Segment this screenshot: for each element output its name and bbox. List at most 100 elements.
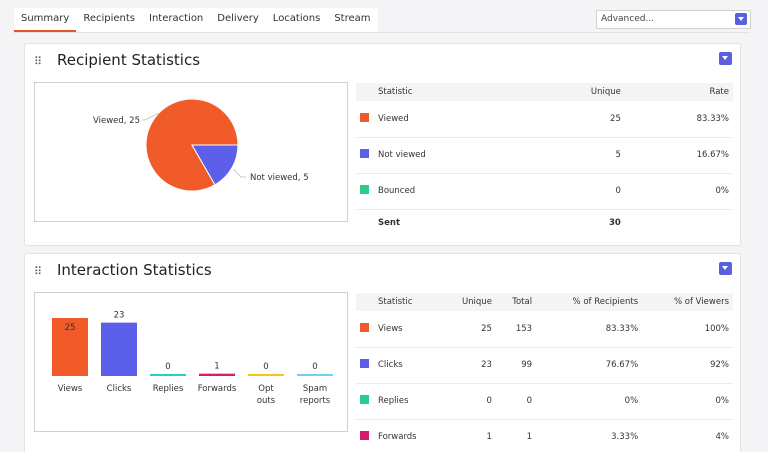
pie-label: Viewed, 25 [93,116,140,126]
bar-value-label: 25 [65,323,76,333]
column-header: Unique [441,293,496,311]
legend-swatch [360,431,369,440]
bar-category-label: Clicks [107,384,132,394]
recipient-pie-chart: Viewed, 25 Not viewed, 5 [34,82,348,222]
pct-viewers-cell: 100% [642,311,733,348]
pct-recipients-cell: 0% [536,383,643,420]
table-row: Not viewed 5 16.67% [356,137,733,174]
tab-bar: Summary Recipients Interaction Delivery Loca… [14,8,378,33]
bar-category-label: outs [257,396,276,406]
unique-cell: 5 [523,137,625,174]
bar-value-label: 0 [165,362,170,372]
bar[interactable] [199,373,235,376]
legend-swatch [360,112,369,122]
drag-handle-icon[interactable]: ⠿ [34,55,42,68]
unique-cell: 25 [441,311,496,348]
unique-cell: 0 [441,383,496,420]
view-select[interactable]: Advanced... [596,10,751,29]
table-row: Forwards 1 1 3.33% 4% [356,419,733,452]
row-label: Viewed [374,101,524,138]
legend-swatch [360,359,369,368]
bar-value-label: 0 [312,362,317,372]
pie-label: Not viewed, 5 [250,173,309,183]
unique-cell: 25 [523,101,625,138]
legend-swatch [360,322,369,332]
bar-category-label: Forwards [198,384,237,394]
pct-recipients-cell: 3.33% [536,419,643,452]
tab-interaction[interactable]: Interaction [142,8,210,33]
chevron-down-icon[interactable] [735,13,747,25]
table-row: Viewed 25 83.33% [356,101,733,138]
total-cell: 1 [495,419,537,452]
unique-cell: 1 [441,419,496,452]
bar-category-label: reports [300,396,331,406]
pct-recipients-cell: 83.33% [536,311,643,348]
column-header: Statistic [374,293,442,311]
bar[interactable] [150,374,186,376]
column-header: Statistic [374,83,524,101]
rate-cell: 0% [624,173,733,210]
interaction-bar-chart: 25 Views 23 Clicks 0 Replies 1 Forwards 0 Opt outs… [34,292,348,432]
legend-swatch [360,149,369,158]
recipient-stats-table: Statistic Unique Rate Viewed 25 83.33% Not … [356,83,733,237]
row-label: Views [374,311,442,348]
bar-category-label: Replies [153,384,184,394]
bar-value-label: 23 [114,311,125,321]
bar-category-label: Opt [258,384,274,394]
panel-title: Recipient Statistics [57,51,201,69]
column-header: Rate [624,83,733,101]
bar-value-label: 1 [214,362,219,372]
column-header: Unique [523,83,625,101]
table-row: Views 25 153 83.33% 100% [356,311,733,348]
legend-swatch [360,395,369,404]
pie-leader-line [233,168,246,178]
tab-summary[interactable]: Summary [14,8,77,33]
tab-stream[interactable]: Stream [327,8,377,33]
row-label: Forwards [374,419,442,452]
total-row: Sent 30 [356,209,733,237]
unique-cell: 23 [441,347,496,384]
column-header: % of Recipients [536,293,643,311]
total-cell: 99 [495,347,537,384]
bar-category-label: Views [58,384,83,394]
row-label: Replies [374,383,442,420]
row-label: Clicks [374,347,442,384]
row-label: Not viewed [374,137,524,174]
bar[interactable] [248,374,284,376]
interaction-stats-table: Statistic Unique Total % of Recipients %… [356,293,733,452]
tab-divider [14,32,750,33]
table-row: Clicks 23 99 76.67% 92% [356,347,733,384]
rate-cell: 16.67% [624,137,733,174]
unique-cell: 0 [523,173,625,210]
bar-chart-svg: 25 Views 23 Clicks 0 Replies 1 Forwards 0 Opt outs… [52,311,333,406]
rate-cell: 83.33% [624,101,733,138]
tab-delivery[interactable]: Delivery [210,8,266,33]
unique-cell: 30 [609,218,621,229]
bar[interactable] [297,374,333,376]
interaction-statistics-panel: ⠿ Interaction Statistics 25 Views 23 Clicks… [24,253,741,452]
table-row: Bounced 0 0% [356,173,733,210]
pct-viewers-cell: 0% [642,383,733,420]
total-cell: 0 [495,383,537,420]
drag-handle-icon[interactable]: ⠿ [34,265,42,278]
legend-swatch [360,185,369,194]
recipient-statistics-panel: ⠿ Recipient Statistics Viewed, 25 Not vie… [24,43,741,246]
collapse-chevron-icon[interactable] [719,262,732,275]
bar[interactable] [101,322,137,376]
collapse-chevron-icon[interactable] [719,52,732,65]
column-header: % of Viewers [642,293,733,311]
row-label: Sent [378,218,401,229]
bar-category-label: Spam [303,384,327,394]
view-select-value: Advanced... [601,14,655,24]
pct-viewers-cell: 92% [642,347,733,384]
pie-chart-svg: Viewed, 25 Not viewed, 5 [93,98,309,192]
pct-recipients-cell: 76.67% [536,347,643,384]
row-label: Bounced [374,173,524,210]
bar-value-label: 0 [263,362,268,372]
column-header: Total [495,293,537,311]
total-cell: 153 [495,311,537,348]
tab-recipients[interactable]: Recipients [76,8,142,33]
tab-locations[interactable]: Locations [266,8,328,33]
pct-viewers-cell: 4% [642,419,733,452]
table-row: Replies 0 0 0% 0% [356,383,733,420]
